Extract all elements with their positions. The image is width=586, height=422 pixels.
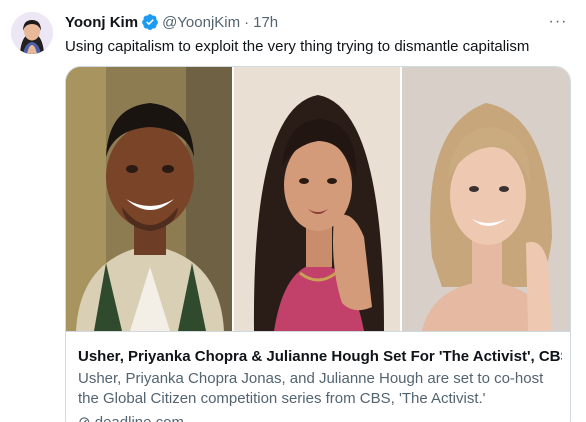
avatar-image <box>11 12 53 54</box>
card-image-panel-2 <box>234 67 402 331</box>
card-image[interactable] <box>66 67 570 331</box>
tweet-text: Using capitalism to exploit the very thi… <box>65 38 530 55</box>
card-description: Usher, Priyanka Chopra Jonas, and Julian… <box>78 370 544 407</box>
tweet-header: Yoonj Kim @YoonjKim · 17h <box>65 12 278 32</box>
card-image-panel-3 <box>402 67 570 331</box>
timestamp[interactable]: 17h <box>253 14 278 31</box>
user-handle[interactable]: @YoonjKim <box>162 14 240 31</box>
card-divider <box>66 331 570 332</box>
card-image-panel-1 <box>66 67 234 331</box>
tweet[interactable]: Yoonj Kim @YoonjKim · 17h ··· Using capi… <box>0 0 586 422</box>
header-separator: · <box>244 13 250 31</box>
verified-badge-icon <box>142 14 158 30</box>
avatar[interactable] <box>11 12 53 54</box>
link-card[interactable]: Usher, Priyanka Chopra & Julianne Hough … <box>65 66 571 422</box>
card-title[interactable]: Usher, Priyanka Chopra & Julianne Hough … <box>78 347 562 367</box>
card-domain: ⊘ deadline.com <box>78 413 184 422</box>
more-horizontal-icon[interactable]: ··· <box>548 12 568 32</box>
display-name[interactable]: Yoonj Kim <box>65 14 138 31</box>
